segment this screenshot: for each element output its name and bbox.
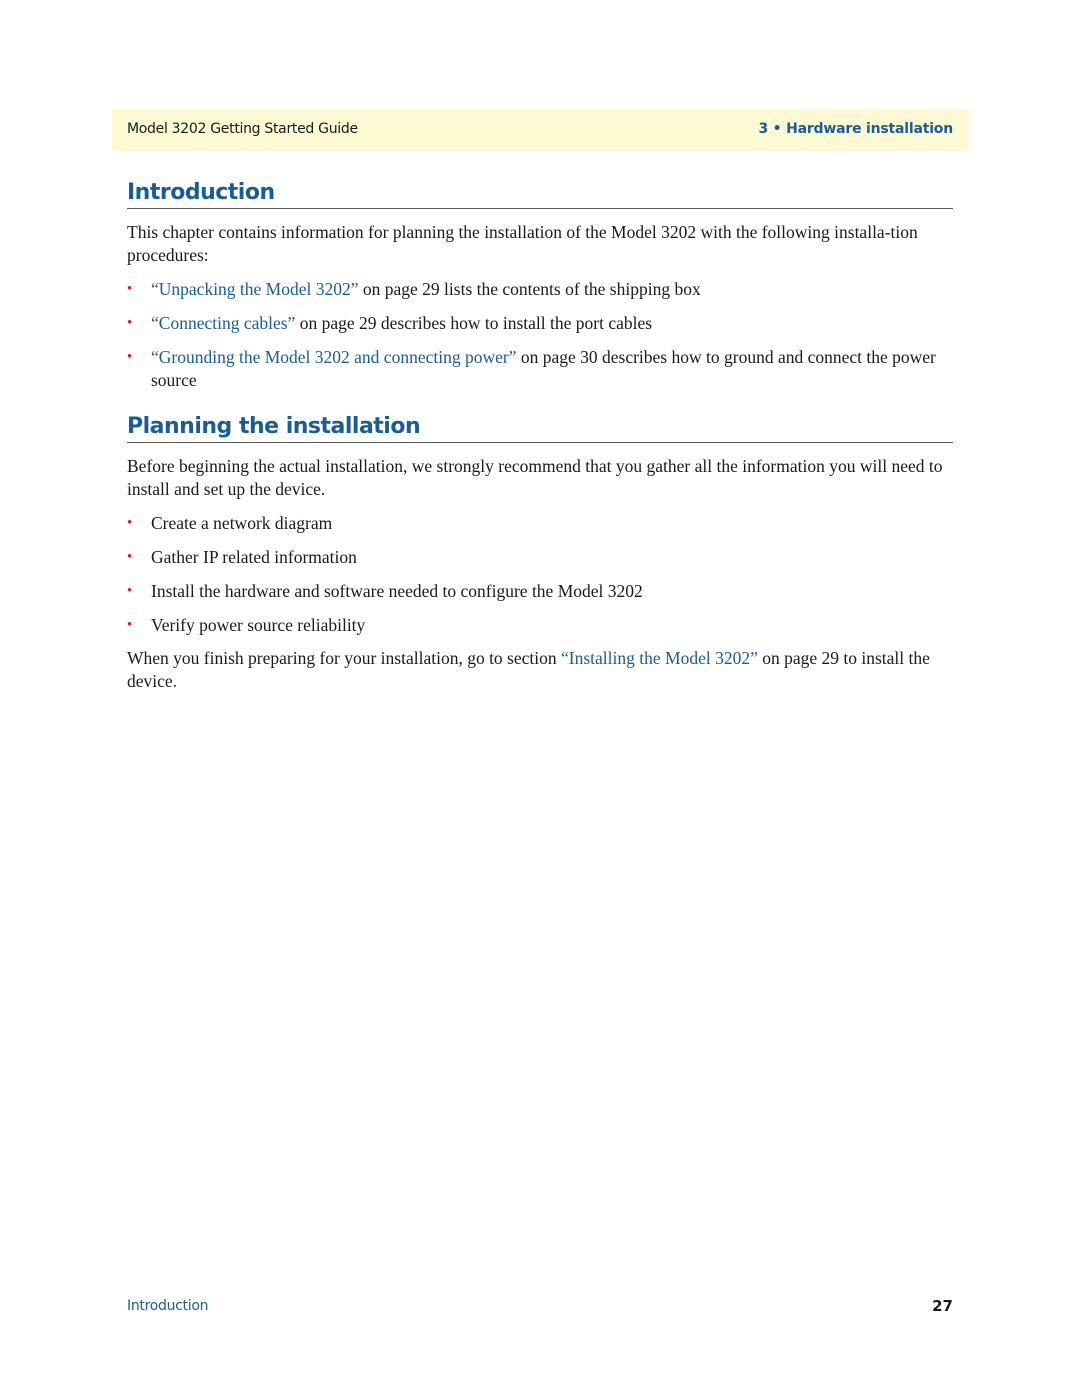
guide-title: Model 3202 Getting Started Guide	[127, 121, 358, 137]
list-item-text: Install the hardware and software needed…	[151, 581, 643, 601]
bullet-icon: •	[127, 281, 133, 297]
bullet-icon: •	[127, 549, 133, 565]
list-item-text: Create a network diagram	[151, 513, 333, 533]
list-item: • “Grounding the Model 3202 and connecti…	[127, 346, 953, 392]
link-connecting-cables[interactable]: “Connecting cables”	[151, 313, 295, 333]
planning-heading: Planning the installation	[127, 414, 953, 443]
introduction-paragraph: This chapter contains information for pl…	[127, 222, 918, 265]
bullet-icon: •	[127, 617, 133, 633]
closing-text-before: When you finish preparing for your insta…	[127, 648, 562, 668]
list-item: • Gather IP related information	[127, 546, 953, 569]
bullet-icon: •	[127, 515, 133, 531]
closing-paragraph: When you finish preparing for your insta…	[127, 647, 953, 693]
procedure-list: • “Unpacking the Model 3202” on page 29 …	[127, 278, 953, 392]
planning-list: • Create a network diagram • Gather IP r…	[127, 512, 953, 637]
list-item-text: Gather IP related information	[151, 547, 357, 567]
chapter-title: 3 • Hardware installation	[758, 121, 953, 137]
list-item-text: on page 29 describes how to install the …	[295, 313, 653, 333]
link-installing[interactable]: “Installing the Model 3202”	[561, 648, 758, 668]
link-grounding[interactable]: “Grounding the Model 3202 and connecting…	[151, 347, 516, 367]
bullet-icon: •	[127, 583, 133, 599]
page-number: 27	[932, 1297, 953, 1315]
footer-section-link[interactable]: Introduction	[127, 1298, 208, 1314]
introduction-heading: Introduction	[127, 180, 953, 209]
running-header: Model 3202 Getting Started Guide 3 • Har…	[112, 109, 969, 151]
list-item: • Install the hardware and software need…	[127, 580, 953, 603]
link-unpacking[interactable]: “Unpacking the Model 3202”	[151, 279, 359, 299]
list-item-text: Verify power source reliability	[151, 615, 366, 635]
list-item: • Verify power source reliability	[127, 614, 953, 637]
planning-paragraph: Before beginning the actual installation…	[127, 456, 943, 499]
list-item: • “Connecting cables” on page 29 describ…	[127, 312, 953, 335]
bullet-icon: •	[127, 349, 133, 365]
page-content: Introduction This chapter contains infor…	[127, 180, 953, 693]
list-item-text: on page 29 lists the contents of the shi…	[358, 279, 701, 299]
bullet-icon: •	[127, 315, 133, 331]
list-item: • “Unpacking the Model 3202” on page 29 …	[127, 278, 953, 301]
list-item: • Create a network diagram	[127, 512, 953, 535]
